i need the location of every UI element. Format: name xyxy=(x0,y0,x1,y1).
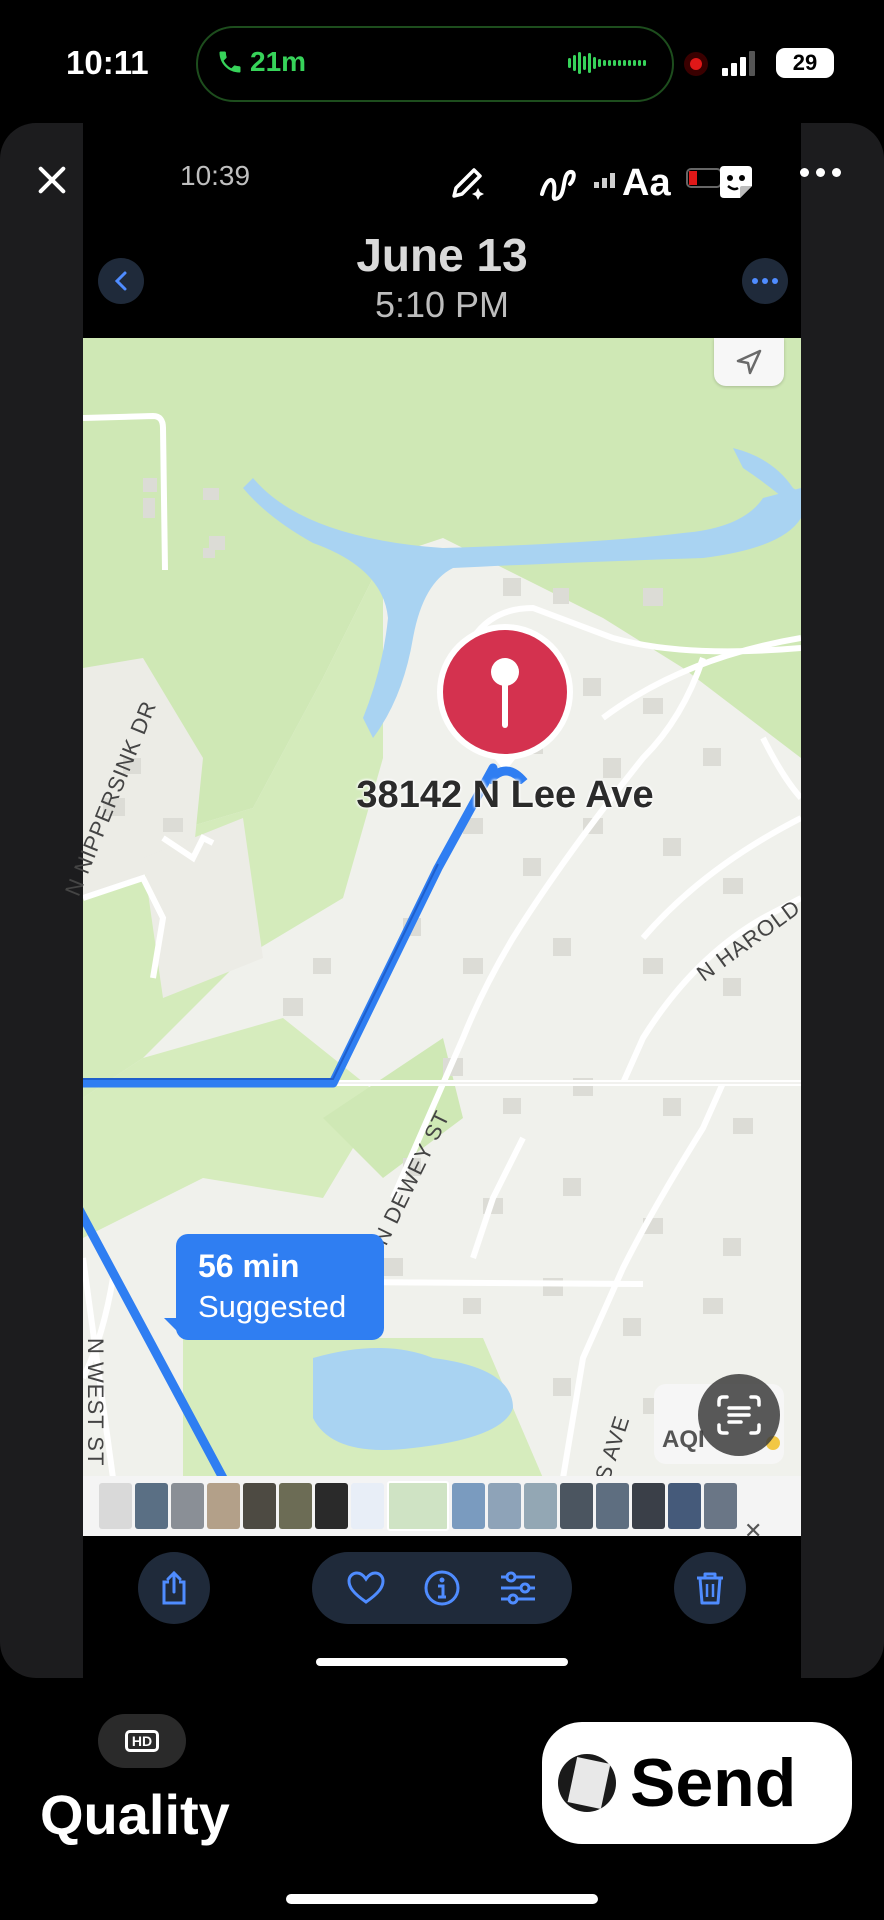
thumbnail[interactable] xyxy=(452,1483,485,1529)
send-preview-thumbnail xyxy=(558,1754,616,1812)
phone-icon xyxy=(219,51,241,73)
share-icon[interactable] xyxy=(138,1552,210,1624)
cellular-signal-icon xyxy=(722,50,755,76)
send-label: Send xyxy=(630,1745,797,1821)
aqi-label: AQI xyxy=(662,1426,705,1453)
home-indicator xyxy=(286,1894,598,1904)
route-type: Suggested xyxy=(198,1289,347,1324)
thumbnail[interactable] xyxy=(99,1483,132,1529)
thumbnail[interactable] xyxy=(315,1483,348,1529)
battery-indicator: 29 xyxy=(776,48,834,78)
thumbnail[interactable] xyxy=(351,1483,384,1529)
send-button[interactable]: Send xyxy=(542,1722,852,1844)
info-icon[interactable] xyxy=(423,1569,461,1607)
route-bubble-tail xyxy=(164,1318,182,1336)
squiggle-draw-icon[interactable] xyxy=(536,162,582,208)
trash-icon[interactable] xyxy=(674,1552,746,1624)
thumbnail[interactable] xyxy=(668,1483,701,1529)
live-text-icon[interactable] xyxy=(698,1374,780,1456)
thumbnail-selected[interactable] xyxy=(387,1481,449,1531)
thumbnail[interactable] xyxy=(171,1483,204,1529)
text-tool-button[interactable]: Aa xyxy=(622,162,671,205)
thumbnail[interactable] xyxy=(632,1483,665,1529)
photo-actions-pill xyxy=(312,1552,572,1624)
quality-label: Quality xyxy=(40,1783,230,1846)
photo-thumbnail-strip[interactable] xyxy=(83,1476,801,1536)
audio-waveform-icon xyxy=(568,52,648,74)
pin-address-label: 38142 N Lee Ave xyxy=(356,774,654,816)
thumbnail[interactable] xyxy=(596,1483,629,1529)
route-duration: 56 min xyxy=(198,1248,300,1284)
thumbnail[interactable] xyxy=(560,1483,593,1529)
adjust-icon[interactable] xyxy=(499,1571,537,1605)
thumbnail[interactable] xyxy=(488,1483,521,1529)
more-icon[interactable] xyxy=(800,168,841,177)
route-time-bubble[interactable]: 56 min Suggested xyxy=(176,1234,384,1340)
photo-options-button[interactable] xyxy=(742,258,788,304)
close-icon[interactable] xyxy=(34,162,70,198)
location-arrow-icon[interactable] xyxy=(714,338,784,386)
hd-icon: HD xyxy=(124,1730,160,1752)
sticker-icon[interactable] xyxy=(714,160,758,204)
thumbnail[interactable] xyxy=(279,1483,312,1529)
inner-status-time: 10:39 xyxy=(180,160,251,191)
thumbnail[interactable] xyxy=(207,1483,240,1529)
inner-home-indicator xyxy=(316,1658,568,1666)
pen-sparkle-icon[interactable] xyxy=(448,162,490,204)
heart-icon[interactable] xyxy=(347,1571,385,1605)
call-duration: 21m xyxy=(250,46,307,77)
thumbnail[interactable] xyxy=(243,1483,276,1529)
hd-toggle-button[interactable]: HD xyxy=(98,1714,186,1768)
recording-indicator-icon xyxy=(684,52,708,76)
map-pin-icon[interactable] xyxy=(434,624,576,774)
thumbnail[interactable] xyxy=(704,1483,737,1529)
status-time: 10:11 xyxy=(66,44,149,81)
thumbnail[interactable] xyxy=(524,1483,557,1529)
inner-signal-icon xyxy=(594,168,615,188)
street-label: N WEST ST xyxy=(83,1338,108,1467)
thumbnail[interactable] xyxy=(135,1483,168,1529)
